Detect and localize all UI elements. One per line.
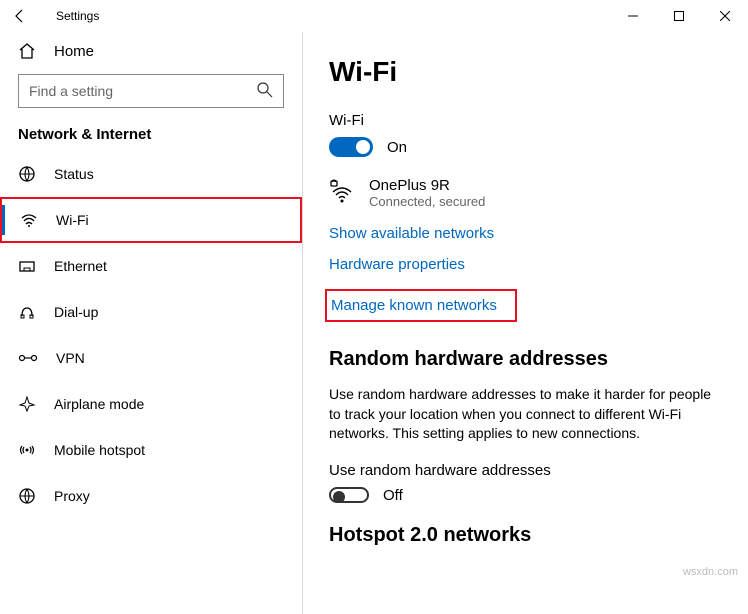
- airplane-icon: [18, 395, 36, 413]
- sidebar: Home Network & Internet Status Wi-Fi Eth…: [0, 32, 302, 614]
- wifi-toggle-label: Wi-Fi: [329, 112, 722, 129]
- content-pane: Wi-Fi Wi-Fi On OnePlus 9R Connected, sec…: [302, 32, 748, 614]
- close-button[interactable]: [702, 0, 748, 32]
- page-title: Wi-Fi: [329, 56, 722, 88]
- sidebar-item-label: Dial-up: [54, 304, 98, 320]
- random-toggle-state: Off: [383, 487, 403, 504]
- sidebar-item-status[interactable]: Status: [0, 151, 302, 197]
- dialup-icon: [18, 303, 36, 321]
- home-icon: [18, 42, 36, 60]
- sidebar-item-label: Wi-Fi: [56, 212, 89, 228]
- sidebar-item-label: Ethernet: [54, 258, 107, 274]
- link-manage-known-networks[interactable]: Manage known networks: [331, 297, 497, 314]
- back-button[interactable]: [0, 8, 40, 24]
- sidebar-item-proxy[interactable]: Proxy: [0, 473, 302, 519]
- random-toggle-label: Use random hardware addresses: [329, 462, 722, 479]
- sidebar-item-ethernet[interactable]: Ethernet: [0, 243, 302, 289]
- vpn-icon: [18, 349, 38, 367]
- sidebar-item-label: Airplane mode: [54, 396, 144, 412]
- proxy-icon: [18, 487, 36, 505]
- search-icon: [256, 81, 274, 99]
- hotspot-icon: [18, 441, 36, 459]
- sidebar-item-vpn[interactable]: VPN: [0, 335, 302, 381]
- network-status: Connected, secured: [369, 194, 485, 209]
- sidebar-section: Network & Internet: [0, 126, 302, 151]
- sidebar-item-hotspot[interactable]: Mobile hotspot: [0, 427, 302, 473]
- watermark: wsxdn.com: [683, 566, 738, 578]
- titlebar: Settings: [0, 0, 748, 32]
- wifi-toggle[interactable]: [329, 137, 373, 157]
- sidebar-item-dialup[interactable]: Dial-up: [0, 289, 302, 335]
- random-addresses-heading: Random hardware addresses: [329, 348, 722, 371]
- minimize-button[interactable]: [610, 0, 656, 32]
- hotspot-heading: Hotspot 2.0 networks: [329, 524, 722, 547]
- sidebar-item-label: Mobile hotspot: [54, 442, 145, 458]
- random-addresses-toggle[interactable]: [329, 487, 369, 503]
- maximize-button[interactable]: [656, 0, 702, 32]
- ethernet-icon: [18, 257, 36, 275]
- secured-wifi-icon: [329, 177, 355, 209]
- current-network[interactable]: OnePlus 9R Connected, secured: [329, 177, 722, 209]
- wifi-icon: [20, 211, 38, 229]
- random-addresses-body: Use random hardware addresses to make it…: [329, 385, 722, 444]
- sidebar-item-label: Status: [54, 166, 94, 182]
- window-title: Settings: [40, 9, 610, 23]
- sidebar-item-airplane[interactable]: Airplane mode: [0, 381, 302, 427]
- status-icon: [18, 165, 36, 183]
- sidebar-item-label: Proxy: [54, 488, 90, 504]
- wifi-toggle-state: On: [387, 139, 407, 156]
- sidebar-item-wifi[interactable]: Wi-Fi: [0, 197, 302, 243]
- home-button[interactable]: Home: [0, 32, 302, 70]
- link-show-available-networks[interactable]: Show available networks: [329, 225, 722, 242]
- link-hardware-properties[interactable]: Hardware properties: [329, 256, 722, 273]
- network-name: OnePlus 9R: [369, 177, 485, 194]
- search-input[interactable]: [18, 74, 284, 108]
- home-label: Home: [54, 43, 94, 60]
- sidebar-item-label: VPN: [56, 350, 85, 366]
